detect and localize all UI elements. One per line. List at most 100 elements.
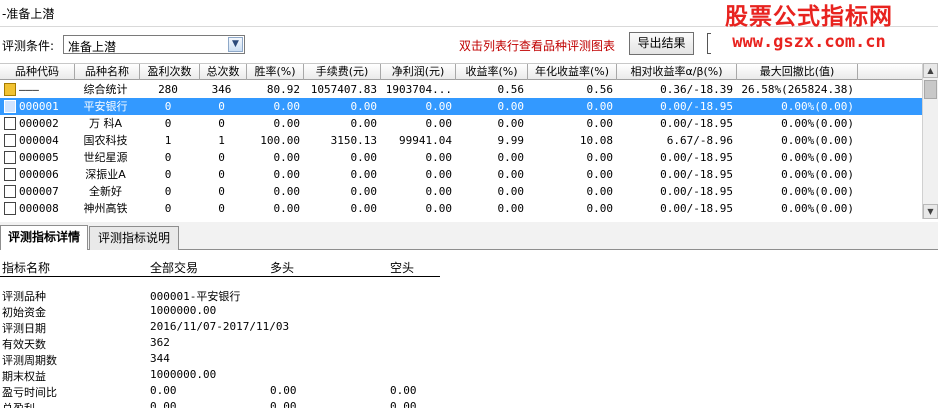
detail-cell-all: 1000000.00 [150, 304, 217, 317]
cell-wins: 0 [164, 151, 172, 164]
cell-ret: 0.00 [497, 202, 525, 215]
cell-wins: 1 [164, 134, 172, 147]
column-header-winrate[interactable]: 胜率(%) [247, 64, 304, 80]
detail-row: 评测周期数 344 [0, 351, 600, 367]
cell-annual: 0.56 [586, 83, 614, 96]
detail-cell-all: 0.00 [150, 384, 177, 397]
cell-total: 346 [211, 83, 232, 96]
table-row[interactable]: 000005 世纪星源 0 0 0.00 0.00 0.00 0.00 0.00 0.00/-18… [0, 149, 922, 166]
column-header-code[interactable]: 品种代码 [0, 64, 75, 80]
cell-total: 0 [218, 151, 225, 164]
cell-dd: 0.00%(0.00) [781, 168, 854, 181]
cell-wins: 280 [158, 83, 178, 96]
cell-name: 万 科A [88, 117, 123, 130]
detail-cell-all: 2016/11/07-2017/11/03 [150, 320, 290, 333]
detail-tabs: 评测指标详情 评测指标说明 [0, 222, 938, 250]
detail-cell-name: 有效天数 [2, 338, 46, 351]
cell-dd: 0.00%(0.00) [781, 151, 854, 164]
column-header-fee[interactable]: 手续费(元) [304, 64, 381, 80]
document-icon [4, 168, 16, 181]
detail-cell-all: 344 [150, 352, 170, 365]
cell-rel: 0.36/-18.39 [660, 83, 733, 96]
condition-label: 评测条件: [2, 39, 55, 53]
cell-total: 0 [218, 100, 225, 113]
table-row[interactable]: 000001 平安银行 0 0 0.00 0.00 0.00 0.00 0.00 0.00/-18… [0, 98, 922, 115]
cell-code: ——— [19, 83, 39, 96]
detail-header-name: 指标名称 [2, 261, 51, 275]
scroll-down-icon[interactable]: ▼ [923, 204, 938, 219]
column-header-dd[interactable]: 最大回撤比(值) [737, 64, 858, 80]
export-button[interactable]: 导出结果 [629, 32, 694, 55]
column-header-name[interactable]: 品种名称 [75, 64, 140, 80]
cell-name: 国农科技 [83, 134, 128, 147]
detail-cell-name: 总盈利 [2, 400, 35, 408]
table-row[interactable]: 000008 神州高铁 0 0 0.00 0.00 0.00 0.00 0.00 0.00/-18… [0, 200, 922, 217]
detail-cell-all: 000001-平安银行 [150, 290, 241, 303]
condition-select[interactable]: 准备上潜 ▼ [63, 35, 245, 54]
detail-cell-long: 0.00 [270, 400, 297, 408]
chevron-down-icon[interactable]: ▼ [228, 37, 243, 52]
cell-annual: 0.00 [586, 151, 614, 164]
cell-wins: 0 [164, 185, 172, 198]
cell-dd: 26.58%(265824.38) [741, 83, 854, 96]
document-icon [4, 117, 16, 130]
scroll-up-icon[interactable]: ▲ [923, 63, 938, 78]
table-row[interactable]: 000004 国农科技 1 1 100.00 3150.13 99941.04 9.99 10.… [0, 132, 922, 149]
cell-annual: 0.00 [586, 117, 614, 130]
column-header-profit[interactable]: 净利润(元) [381, 64, 456, 80]
cell-annual: 0.00 [586, 168, 614, 181]
cell-name: 深振业A [85, 168, 126, 181]
column-header-annual[interactable]: 年化收益率(%) [528, 64, 617, 80]
cell-dd: 0.00%(0.00) [781, 100, 854, 113]
cell-fee: 0.00 [350, 185, 378, 198]
cell-name: 平安银行 [83, 100, 128, 113]
detail-row: 初始资金 1000000.00 [0, 303, 600, 319]
cell-total: 0 [218, 117, 225, 130]
cell-fee: 3150.13 [330, 134, 377, 147]
table-row[interactable]: 000002 万 科A 0 0 0.00 0.00 0.00 0.00 0.00 0.00/-18… [0, 115, 922, 132]
tab-description[interactable]: 评测指标说明 [89, 226, 179, 250]
cell-winrate: 0.00 [273, 202, 301, 215]
column-header-rel[interactable]: 相对收益率α/β(%) [617, 64, 737, 80]
window-title: -准备上潜 [2, 7, 55, 21]
cell-code: 000007 [19, 185, 59, 198]
cell-winrate: 100.00 [260, 134, 300, 147]
cell-fee: 0.00 [350, 117, 378, 130]
column-header-ret[interactable]: 收益率(%) [456, 64, 528, 80]
vertical-scrollbar[interactable]: ▲ ▼ [922, 63, 938, 219]
detail-cell-name: 初始资金 [2, 306, 46, 319]
detail-cell-name: 盈亏时间比 [2, 386, 57, 399]
cell-winrate: 80.92 [266, 83, 300, 96]
cell-profit: 99941.04 [399, 134, 452, 147]
cell-total: 0 [218, 202, 225, 215]
cell-dd: 0.00%(0.00) [781, 134, 854, 147]
cell-code: 000008 [19, 202, 59, 215]
column-header-total[interactable]: 总次数 [200, 64, 247, 80]
cell-wins: 0 [164, 117, 172, 130]
cell-rel: 0.00/-18.95 [660, 117, 733, 130]
document-icon [4, 151, 16, 164]
cell-total: 0 [218, 168, 225, 181]
cell-dd: 0.00%(0.00) [781, 117, 854, 130]
table-row[interactable]: ——— 综合统计 280 346 80.92 1057407.83 1903704... 0.… [0, 81, 922, 98]
tab-detail[interactable]: 评测指标详情 [0, 225, 88, 250]
column-header-wins[interactable]: 盈利次数 [140, 64, 200, 80]
detail-row: 盈亏时间比 0.00 0.00 0.00 [0, 383, 600, 399]
divider [707, 33, 711, 54]
cell-ret: 9.99 [497, 134, 525, 147]
document-icon [4, 100, 16, 113]
cell-total: 1 [218, 134, 225, 147]
cell-winrate: 0.00 [273, 168, 301, 181]
cell-name: 神州高铁 [83, 202, 128, 215]
cell-total: 0 [218, 185, 225, 198]
cell-code: 000002 [19, 117, 59, 130]
cell-code: 000005 [19, 151, 59, 164]
cell-code: 000006 [19, 168, 59, 181]
table-row[interactable]: 000006 深振业A 0 0 0.00 0.00 0.00 0.00 0.00 0.00/-18… [0, 166, 922, 183]
cell-fee: 0.00 [350, 168, 378, 181]
table-row[interactable]: 000007 全新好 0 0 0.00 0.00 0.00 0.00 0.00 0.00/-18.… [0, 183, 922, 200]
detail-cell-name: 评测日期 [2, 322, 46, 335]
detail-cell-long: 0.00 [270, 384, 297, 397]
cell-fee: 0.00 [350, 202, 378, 215]
scroll-thumb[interactable] [924, 80, 937, 99]
